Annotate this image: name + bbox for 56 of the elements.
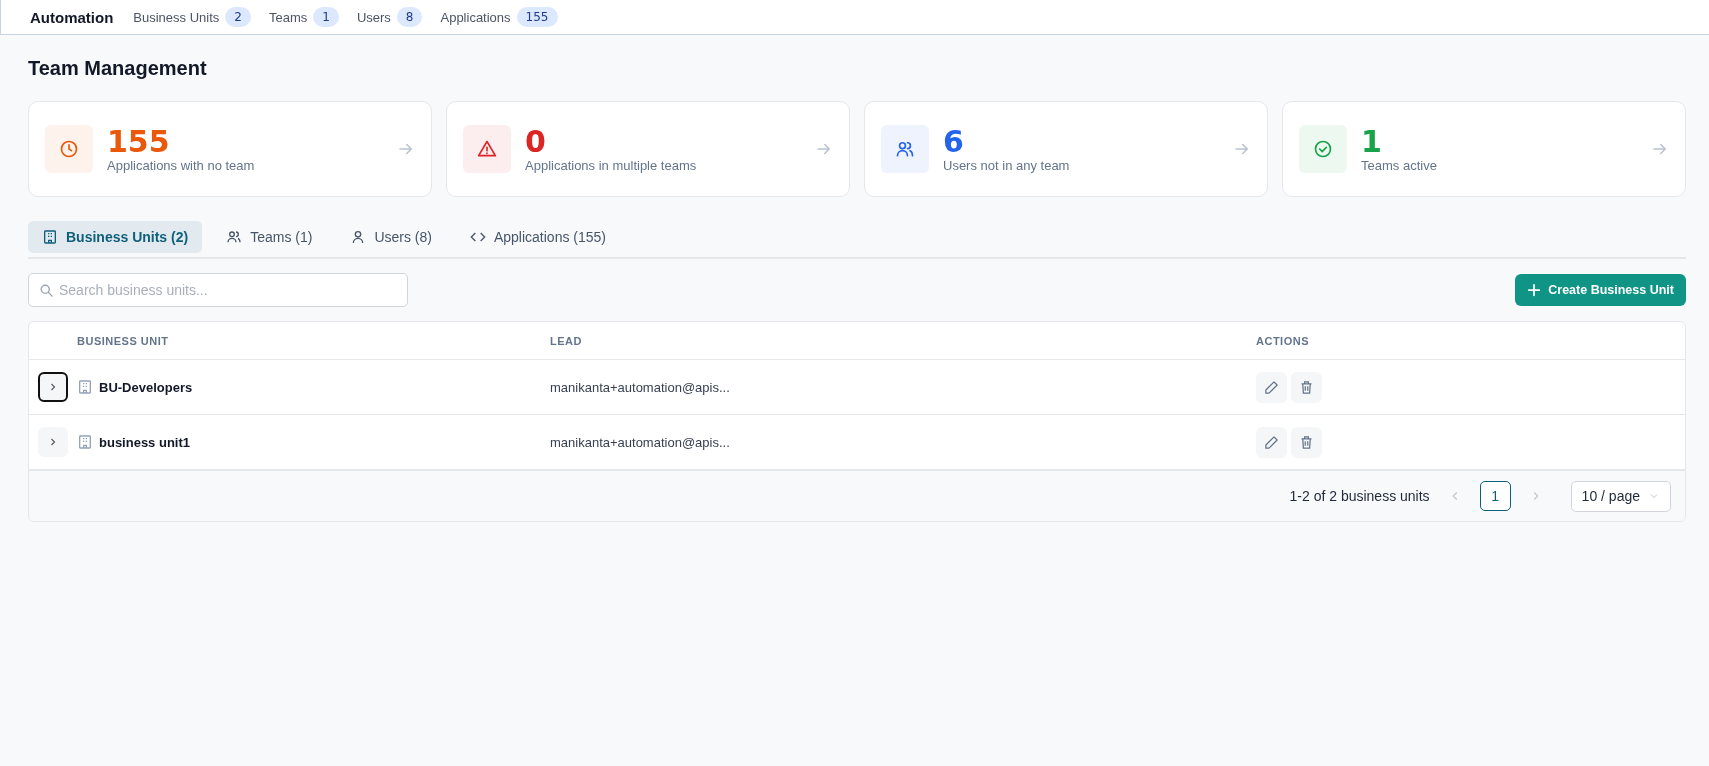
page-title: Team Management	[28, 57, 208, 80]
check-circle-icon	[1313, 139, 1333, 159]
count-badge: 155	[516, 7, 558, 27]
business-unit-name: business unit1	[99, 434, 191, 450]
counter-label: Business Units	[133, 9, 220, 25]
plus-icon	[1527, 283, 1542, 297]
stat-label: Applications in multiple teams	[525, 157, 698, 173]
delete-button[interactable]	[1291, 426, 1322, 458]
counter-label: Teams	[268, 9, 308, 25]
column-header: ACTIONS	[1256, 334, 1309, 347]
stat-card[interactable]: 1 Teams active	[1282, 101, 1686, 197]
column-header: LEAD	[550, 334, 583, 347]
expand-button[interactable]	[38, 372, 68, 402]
column-header: BUSINESS UNIT	[77, 334, 170, 347]
edit-button[interactable]	[1256, 426, 1287, 458]
search-field[interactable]: Search business units...	[28, 273, 408, 307]
count-badge: 8	[396, 7, 423, 27]
stat-value: 0	[525, 125, 547, 158]
users-icon	[895, 139, 915, 159]
tab[interactable]: Business Units (2)	[28, 221, 203, 253]
counter-label: Users	[356, 9, 391, 25]
stat-label: Users not in any team	[943, 157, 1071, 173]
app-title: Automation	[30, 8, 114, 26]
warning-icon	[477, 139, 497, 159]
trash-icon	[1299, 434, 1314, 450]
stat-label: Applications with no team	[107, 157, 256, 173]
building-icon	[77, 379, 93, 395]
create-button[interactable]: Create Business Unit	[1515, 274, 1686, 306]
pencil-icon	[1264, 379, 1279, 395]
page-size-select[interactable]: 10 / page	[1570, 480, 1671, 512]
building-icon	[42, 229, 58, 245]
stat-card[interactable]: 0 Applications in multiple teams	[446, 101, 850, 197]
pencil-icon	[1264, 434, 1279, 450]
lead-email: manikanta+automation@apis...	[550, 434, 731, 450]
building-icon	[77, 434, 93, 450]
delete-button[interactable]	[1291, 371, 1322, 403]
tab[interactable]: Users (8)	[336, 221, 446, 253]
counter-label: Applications	[440, 9, 511, 25]
users-icon	[226, 229, 243, 245]
pagination-summary: 1-2 of 2 business units	[1289, 488, 1430, 504]
stat-value: 155	[107, 125, 171, 158]
clock-icon	[59, 139, 79, 159]
lead-email: manikanta+automation@apis...	[550, 379, 731, 395]
count-badge: 1	[313, 7, 339, 27]
stat-value: 6	[943, 125, 965, 158]
edit-button[interactable]	[1256, 371, 1287, 403]
business-unit-name: BU-Developers	[99, 379, 193, 395]
stat-card[interactable]: 6 Users not in any team	[864, 101, 1268, 197]
stat-label: Teams active	[1361, 157, 1438, 173]
count-badge: 2	[225, 7, 251, 27]
page-button[interactable]: 1	[1479, 481, 1511, 511]
stat-value: 1	[1361, 125, 1383, 158]
trash-icon	[1299, 379, 1314, 395]
stat-card[interactable]: 155 Applications with no team	[28, 101, 432, 197]
tab[interactable]: Applications (155)	[455, 221, 620, 253]
tab[interactable]: Teams (1)	[212, 221, 327, 253]
